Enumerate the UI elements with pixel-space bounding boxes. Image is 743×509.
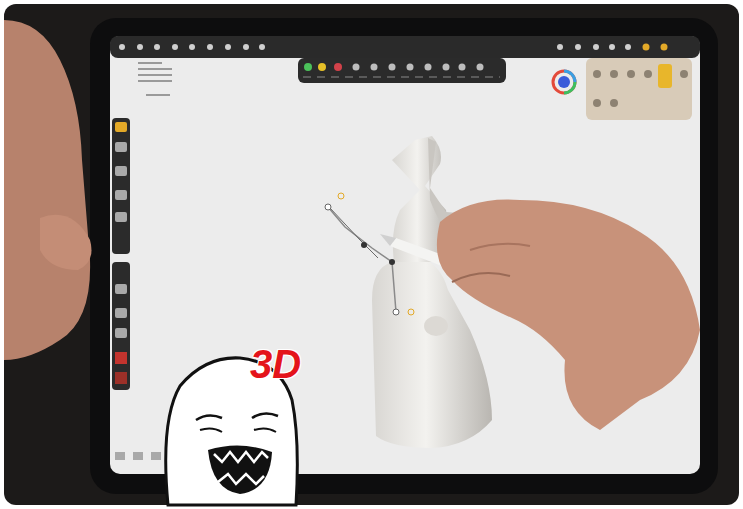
photo-frame: 3D (0, 0, 743, 509)
ipad-photo (0, 0, 743, 509)
meme-caption: 3D (246, 340, 305, 388)
